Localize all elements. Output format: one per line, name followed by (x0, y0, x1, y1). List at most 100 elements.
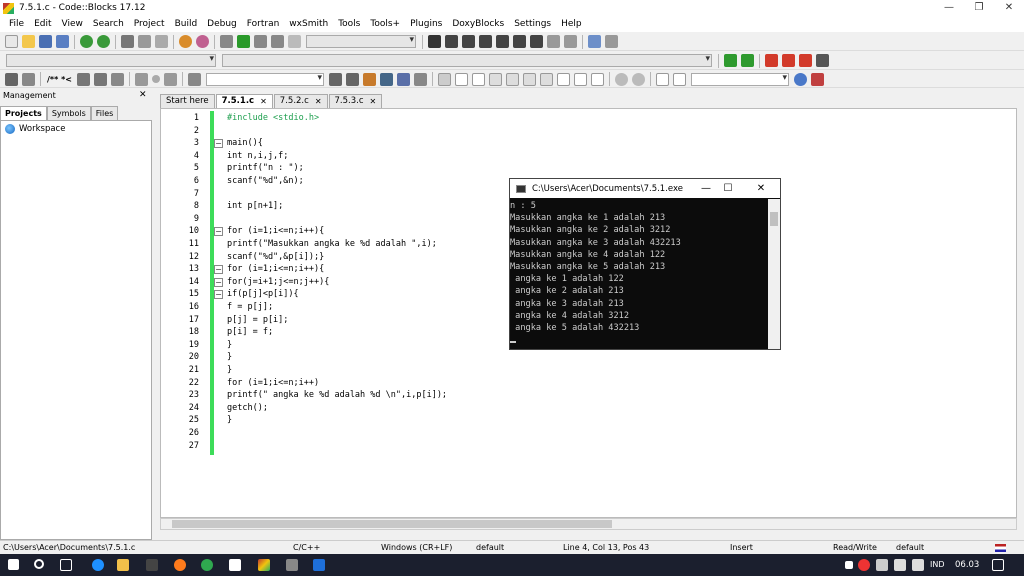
management-close-icon[interactable]: ✕ (139, 89, 151, 102)
frame-icon[interactable] (556, 72, 570, 86)
console-close-button[interactable]: ✕ (750, 179, 772, 198)
prev-breakpoint-icon[interactable] (134, 72, 148, 86)
mail-icon[interactable] (229, 559, 241, 571)
new-file-icon[interactable] (5, 35, 18, 48)
dialog-icon[interactable] (573, 72, 587, 86)
debug-windows-icon[interactable] (588, 35, 601, 48)
doxywizard-icon[interactable] (5, 72, 18, 86)
code-line[interactable]: main(){ (227, 137, 263, 150)
grid-icon[interactable] (505, 72, 519, 86)
redo-icon[interactable] (97, 35, 110, 48)
config-icon[interactable] (110, 72, 124, 86)
next-breakpoint-icon[interactable] (163, 72, 177, 86)
code-line[interactable]: } (227, 339, 232, 352)
fold-toggle-icon[interactable]: − (214, 227, 223, 237)
maximize-button[interactable]: ❐ (964, 0, 994, 16)
code-line[interactable]: printf("n : "); (227, 162, 304, 175)
function-dropdown[interactable] (222, 54, 712, 67)
code-line[interactable]: int p[n+1]; (227, 200, 283, 213)
image-icon[interactable] (471, 72, 485, 86)
abort-icon[interactable] (288, 35, 301, 48)
extract-docs-icon[interactable] (22, 72, 35, 86)
symbol-search-dropdown[interactable] (690, 72, 789, 86)
jump-forward-icon[interactable] (741, 54, 754, 67)
bookmark-clear-icon[interactable] (816, 54, 829, 67)
run-icon[interactable] (237, 35, 250, 48)
replace-icon[interactable] (196, 35, 209, 48)
scope-dropdown[interactable] (6, 54, 216, 67)
bookmark-toggle-icon[interactable] (765, 54, 778, 67)
zoom-out-icon[interactable] (631, 72, 645, 86)
menu-doxyblocks[interactable]: DoxyBlocks (447, 19, 509, 29)
menu-plugins[interactable]: Plugins (405, 19, 447, 29)
copy-icon[interactable] (138, 35, 151, 48)
breakpoint-icon[interactable] (151, 75, 160, 83)
textbox-icon[interactable] (522, 72, 536, 86)
build-run-icon[interactable] (254, 35, 267, 48)
code-line[interactable]: } (227, 364, 232, 377)
paste-icon[interactable] (155, 35, 168, 48)
tab-files[interactable]: Files (90, 106, 119, 120)
open-file-icon[interactable] (22, 35, 35, 48)
highlight-dropdown[interactable] (205, 72, 324, 86)
save-all-icon[interactable] (56, 35, 69, 48)
menu-search[interactable]: Search (88, 19, 129, 29)
clock[interactable]: 06.03 (955, 554, 979, 576)
tab-7-5-1[interactable]: 7.5.1.c ✕ (215, 94, 273, 108)
search-icon[interactable] (34, 559, 44, 569)
code-line[interactable]: printf(" angka ke %d adalah %d \n",i,p[i… (227, 389, 447, 402)
regex-icon[interactable] (413, 72, 427, 86)
zoom-in-icon[interactable] (614, 72, 628, 86)
tray-chevron-icon[interactable] (845, 561, 853, 569)
tab-7-5-2[interactable]: 7.5.2.c ✕ (273, 94, 328, 108)
tab-close-icon[interactable]: ✕ (315, 95, 322, 108)
selected-icon[interactable] (379, 72, 393, 86)
code-line[interactable]: scanf("%d",&n); (227, 175, 304, 188)
start-icon[interactable] (8, 559, 19, 570)
code-line[interactable]: for (i=1;i<=n;i++){ (227, 225, 324, 238)
prev-occurrence-icon[interactable] (328, 72, 342, 86)
pause-icon[interactable] (547, 35, 560, 48)
step-into-icon[interactable] (479, 35, 492, 48)
console-minimize-button[interactable]: — (695, 179, 717, 198)
match-case-icon[interactable] (396, 72, 410, 86)
menu-tools[interactable]: Tools (333, 19, 365, 29)
next-line-icon[interactable] (462, 35, 475, 48)
fold-toggle-icon[interactable]: − (214, 265, 223, 275)
menu-file[interactable]: File (4, 19, 29, 29)
code-line[interactable]: } (227, 414, 232, 427)
tab-start-here[interactable]: Start here (160, 94, 215, 108)
app-taskbar-icon[interactable] (286, 559, 298, 571)
menu-edit[interactable]: Edit (29, 19, 56, 29)
codeblocks-taskbar-icon[interactable] (258, 559, 270, 571)
menu-wxsmith[interactable]: wxSmith (284, 19, 333, 29)
save-icon[interactable] (39, 35, 52, 48)
next-occurrence-icon[interactable] (345, 72, 359, 86)
pointer-icon[interactable] (437, 72, 451, 86)
close-button[interactable]: ✕ (994, 0, 1024, 16)
wifi-icon[interactable] (894, 559, 906, 571)
build-icon[interactable] (220, 35, 233, 48)
code-line[interactable]: } (227, 351, 232, 364)
menu-debug[interactable]: Debug (202, 19, 242, 29)
highlight-icon[interactable] (187, 72, 201, 86)
minimize-button[interactable]: — (934, 0, 964, 16)
symbol-s-icon[interactable] (655, 72, 669, 86)
fold-toggle-icon[interactable]: − (214, 277, 223, 287)
tab-symbols[interactable]: Symbols (46, 106, 91, 120)
menu-build[interactable]: Build (170, 19, 203, 29)
file-explorer-icon[interactable] (117, 559, 129, 571)
battery-icon[interactable] (876, 559, 888, 571)
task-view-icon[interactable] (60, 559, 72, 571)
search-symbol-icon[interactable] (793, 72, 807, 86)
run-html-icon[interactable] (76, 72, 90, 86)
fold-toggle-icon[interactable]: − (214, 139, 223, 149)
step-instruction-icon[interactable] (530, 35, 543, 48)
jump-back-icon[interactable] (724, 54, 737, 67)
find-icon[interactable] (179, 35, 192, 48)
pencil-icon[interactable] (362, 72, 376, 86)
next-instruction-icon[interactable] (513, 35, 526, 48)
window-widget-icon[interactable] (590, 72, 604, 86)
build-target-dropdown[interactable] (306, 35, 416, 48)
antivirus-icon[interactable] (858, 559, 870, 571)
